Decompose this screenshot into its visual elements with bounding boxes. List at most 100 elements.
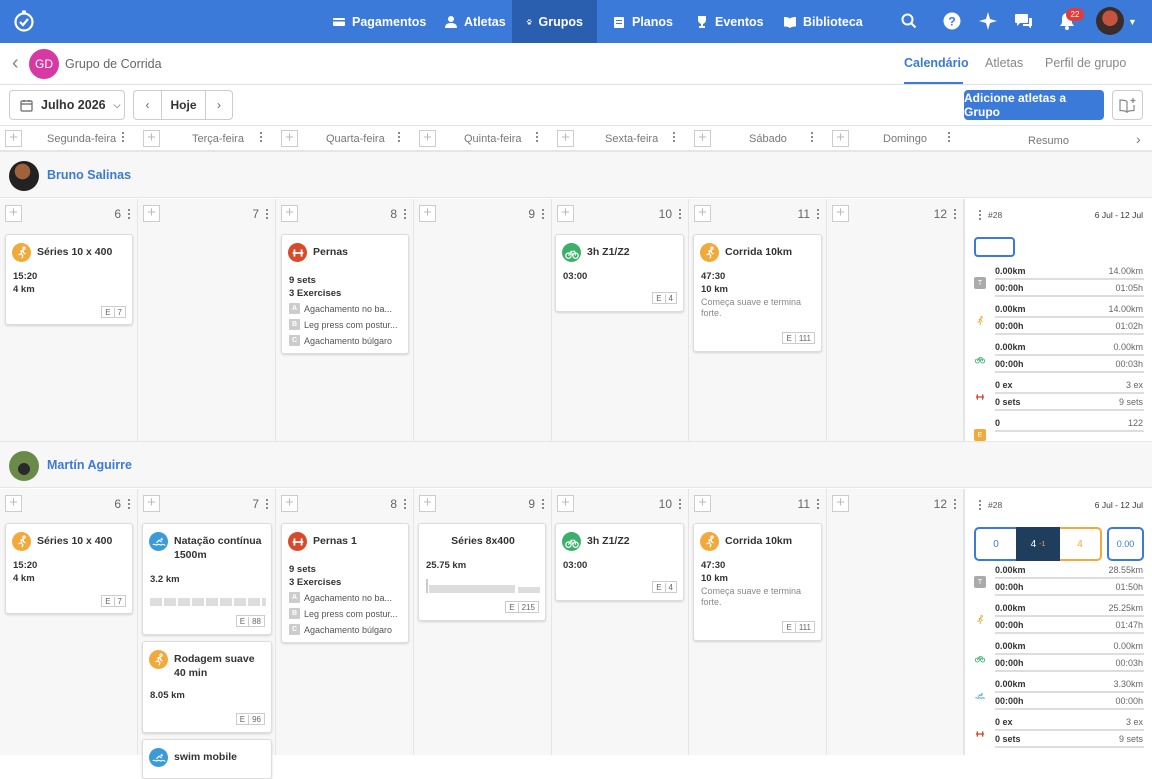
add-workout-button[interactable]: + [419,205,436,222]
back-chevron-icon[interactable]: ‹ [12,53,24,73]
add-workout-button[interactable]: + [281,205,298,222]
search-icon[interactable] [899,11,919,31]
workout-duration: 47:30 [701,560,726,571]
add-workout-button[interactable]: + [832,495,849,512]
effort-tag: E7 [101,595,126,607]
add-to-day-button[interactable]: + [5,130,22,147]
nav-groups[interactable]: Grupos [512,0,597,43]
summary-time-done: 00:00h [995,359,1024,369]
effort-tag: E 215 [505,601,539,613]
workout-card[interactable]: 3h Z1/Z2 03:00 E 4 [555,234,684,312]
add-workout-button[interactable]: + [694,495,711,512]
workout-card[interactable]: Pernas 9 sets 3 Exercises A Agachamento no b… [281,234,409,354]
summary-value-planned: 122 [1127,418,1143,428]
day-number: 6 [114,497,121,511]
athlete-name[interactable]: Martín Aguirre [47,458,132,472]
add-to-day-button[interactable]: + [143,130,160,147]
workout-distance: 3 Exercises [289,577,342,588]
nav-library[interactable]: Biblioteca [769,0,877,43]
tab-calendar[interactable]: Calendário [904,56,969,70]
running-icon [974,315,986,327]
summary-time-planned: 9 sets [1118,397,1143,407]
summary-time-done: 00:00h [995,582,1024,592]
athlete-row-header [0,441,1152,488]
summary-value-done: 0.00km [995,266,1026,276]
summary-time-planned: 9 sets [1118,734,1143,744]
add-workout-button[interactable]: + [281,495,298,512]
workout-card[interactable]: Pernas 1 9 sets 3 Exercises A Agachamento no… [281,523,409,643]
chevron-right-icon[interactable]: › [1136,126,1141,151]
summary-progress-bar [995,594,1144,596]
day-number: 8 [390,207,397,221]
summary-value-planned: 14.00km [1108,304,1143,314]
add-workout-button[interactable]: + [694,205,711,222]
day-number: 7 [252,207,259,221]
add-athletes-button[interactable]: Adicione atletas a Grupo [964,90,1104,120]
workout-card[interactable]: 3h Z1/Z2 03:00 E 4 [555,523,684,601]
week-range: 6 Jul - 12 Jul [1094,500,1143,510]
workout-distance: 3 Exercises [289,288,342,299]
compliance-box-planned: 0 [974,527,1016,561]
group-header [0,43,1152,85]
workout-card[interactable]: Rodagem suave 40 min 8.05 km E 96 [142,641,272,733]
workout-distance: 10 km [701,284,728,295]
add-to-day-button[interactable]: + [281,130,298,147]
user-avatar[interactable] [1096,7,1124,35]
summary-progress-bar [995,371,1144,373]
card-icon [333,17,345,26]
workout-note: Começa suave e termina forte. [701,586,802,607]
workout-card[interactable]: Séries 8x400 25.75 km E 215 [418,523,546,621]
add-workout-button[interactable]: + [557,495,574,512]
add-workout-button[interactable]: + [557,205,574,222]
add-workout-button[interactable]: + [143,205,160,222]
add-workout-button[interactable]: + [419,495,436,512]
summary-time-done: 00:00h [995,283,1024,293]
effort-tag: E4 [652,581,677,593]
next-week-button[interactable]: › [206,91,232,119]
workout-card[interactable]: Corrida 10km 47:30 10 km Começa suave e ter… [693,523,822,641]
app-logo-icon[interactable] [12,9,36,33]
workout-title: Séries 10 x 400 [37,535,113,547]
nav-athletes[interactable]: Atletas [430,0,520,43]
workout-card[interactable]: Séries 10 x 400 15:20 4 km E 7 [5,234,133,325]
sparkle-icon[interactable] [978,11,998,31]
workout-card[interactable]: Natação contínua 1500m 3.2 km E 88 [142,523,272,635]
nav-payments[interactable]: Pagamentos [318,0,440,43]
library-button[interactable] [1112,90,1143,120]
workout-duration: 9 sets [289,564,316,575]
week-number: #28 [988,210,1003,220]
week-summary-panel: #28 6 Jul - 12 Jul 0 4 -1 4 0.00 T 0.00km 28.55km… [964,489,1152,755]
month-picker-button[interactable]: Julho 2026 ⌵ [9,90,125,120]
nav-events[interactable]: Eventos [681,0,778,43]
summary-time-planned: 01:50h [1115,582,1143,592]
tab-group-profile[interactable]: Perfil de grupo [1045,56,1126,70]
day-cell[interactable]: +7 [138,199,276,441]
add-to-day-button[interactable]: + [694,130,711,147]
nav-plans[interactable]: Planos [598,0,687,43]
add-workout-button[interactable]: + [5,205,22,222]
day-cell[interactable]: +9 [414,199,552,441]
add-workout-button[interactable]: + [832,205,849,222]
effort-tag: E4 [652,292,677,304]
previous-week-button[interactable]: ‹ [134,91,162,119]
chat-icon[interactable] [1014,11,1034,31]
workout-card[interactable]: Séries 10 x 400 15:20 4 km E 7 [5,523,133,614]
today-button[interactable]: Hoje [162,91,206,119]
add-to-day-button[interactable]: + [832,130,849,147]
help-icon[interactable]: ? [942,11,962,31]
day-cell[interactable]: +12 [827,199,964,441]
workout-title: Corrida 10km [725,246,793,258]
paw-icon [526,18,532,25]
chevron-down-icon[interactable]: ▼ [1128,17,1137,27]
athlete-name[interactable]: Bruno Salinas [47,168,131,182]
workout-card[interactable]: Corrida 10km 47:30 10 km Começa suave e ter… [693,234,822,352]
cycling-icon [974,353,986,365]
add-workout-button[interactable]: + [143,495,160,512]
add-to-day-button[interactable]: + [419,130,436,147]
tab-athletes[interactable]: Atletas [985,56,1023,70]
day-cell[interactable]: +12 [827,489,964,755]
add-workout-button[interactable]: + [5,495,22,512]
workout-card[interactable]: swim mobile [142,739,272,779]
compliance-box[interactable] [974,237,1015,257]
add-to-day-button[interactable]: + [557,130,574,147]
